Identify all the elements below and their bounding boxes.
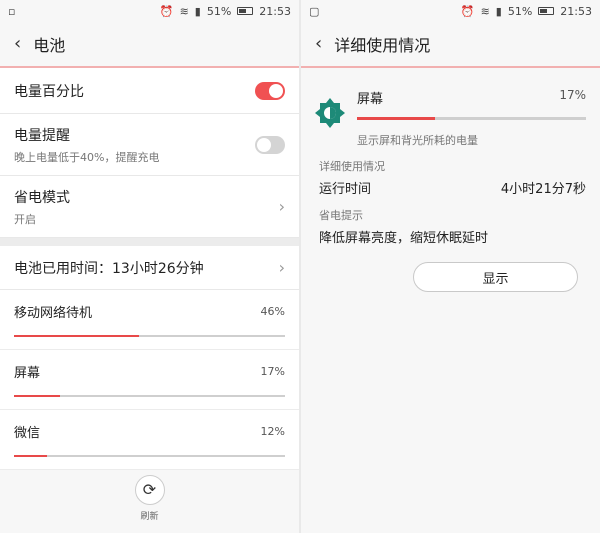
- back-icon[interactable]: ‹: [315, 35, 322, 53]
- app-usage-bar-fill: [14, 395, 61, 397]
- battery-percentage-label: 电量百分比: [14, 83, 84, 100]
- app-usage-percent: 46%: [260, 305, 285, 318]
- chevron-right-icon: ›: [278, 197, 285, 216]
- status-bar: ▢ ⏰ ≋ ▮ 51% 21:53: [301, 0, 600, 22]
- run-time-value: 4小时21分7秒: [500, 182, 586, 197]
- signal-icon: ▮: [194, 4, 201, 18]
- brightness-icon: [315, 98, 345, 128]
- wifi-icon: ≋: [480, 4, 490, 18]
- power-saving-label: 省电模式: [14, 189, 70, 206]
- refresh-icon: ⟳: [142, 480, 157, 499]
- screens: ▫ ⏰ ≋ ▮ 51% 21:53 ‹ 电池 电量百分比 电量提醒 晚上电量低于…: [0, 0, 600, 533]
- app-usage-row[interactable]: 移动网络待机 46%: [0, 290, 299, 350]
- app-usage-row[interactable]: 微信 12%: [0, 410, 299, 470]
- title-bar: ‹ 详细使用情况: [301, 22, 600, 68]
- app-usage-list: 移动网络待机 46% 屏幕 17% 微信 12%: [0, 290, 299, 470]
- screenshot-icon: ▢: [309, 4, 320, 18]
- power-saving-row[interactable]: 省电模式 开启 ›: [0, 176, 299, 238]
- app-name: 移动网络待机: [14, 306, 93, 321]
- app-name: 微信: [14, 426, 41, 441]
- run-time-label: 运行时间: [319, 182, 372, 197]
- app-usage-percent: 17%: [260, 365, 285, 378]
- battery-icon: [538, 7, 555, 15]
- app-name: 屏幕: [357, 92, 384, 107]
- back-icon[interactable]: ‹: [14, 35, 21, 53]
- battery-reminder-label: 电量提醒: [14, 127, 70, 144]
- app-name: 屏幕: [14, 366, 41, 381]
- power-saving-status: 开启: [14, 212, 36, 226]
- battery-icon: [237, 7, 254, 15]
- notification-icon: ▫: [8, 4, 16, 18]
- app-usage-bar: [14, 455, 285, 457]
- detail-section-label: 详细使用情况: [319, 160, 385, 173]
- battery-screen: ▫ ⏰ ≋ ▮ 51% 21:53 ‹ 电池 电量百分比 电量提醒 晚上电量低于…: [0, 0, 299, 533]
- usage-detail-screen: ▢ ⏰ ≋ ▮ 51% 21:53 ‹ 详细使用情况 屏幕 17% 显示屏和背光…: [301, 0, 600, 533]
- app-usage-percent: 12%: [260, 425, 285, 438]
- tip-section-label: 省电提示: [319, 209, 363, 222]
- usage-description: 显示屏和背光所耗的电量: [357, 134, 478, 147]
- app-usage-header: 屏幕 17%: [14, 362, 285, 381]
- power-saving-tip: 降低屏幕亮度，缩短休眠延时: [319, 231, 489, 246]
- usage-percent: 17%: [559, 88, 586, 102]
- title-bar: ‹ 电池: [0, 22, 299, 68]
- app-usage-bar-fill: [14, 335, 139, 337]
- app-usage-bar: [14, 395, 285, 397]
- divider: [0, 238, 299, 246]
- battery-usage-time: 电池已用时间：13小时26分钟: [14, 260, 204, 277]
- app-usage-header: 移动网络待机 46%: [14, 302, 285, 321]
- refresh-button[interactable]: ⟳: [134, 474, 165, 505]
- clock: 21:53: [259, 4, 291, 18]
- battery-percentage-toggle[interactable]: [255, 81, 285, 100]
- status-bar: ▫ ⏰ ≋ ▮ 51% 21:53: [0, 0, 299, 22]
- alarm-icon: ⏰: [159, 4, 174, 18]
- battery-reminder-desc: 晚上电量低于40%，提醒充电: [14, 150, 160, 164]
- app-usage-bar-fill: [14, 455, 47, 457]
- battery-usage-time-row[interactable]: 电池已用时间：13小时26分钟 ›: [0, 246, 299, 290]
- run-time-row: 运行时间 4小时21分7秒: [301, 174, 600, 197]
- app-usage-bar: [14, 335, 285, 337]
- chevron-right-icon: ›: [278, 258, 285, 277]
- battery-reminder-row[interactable]: 电量提醒 晚上电量低于40%，提醒充电: [0, 114, 299, 176]
- usage-bar-fill: [357, 117, 435, 120]
- page-title: 详细使用情况: [334, 36, 431, 55]
- app-usage-header: 微信 12%: [14, 422, 285, 441]
- battery-reminder-toggle[interactable]: [255, 135, 285, 154]
- battery-percent: 51%: [206, 4, 232, 18]
- screen-usage-header: 屏幕 17% 显示屏和背光所耗的电量: [301, 68, 600, 148]
- refresh-area: ⟳ 刷新: [0, 463, 299, 533]
- display-settings-button[interactable]: 显示: [413, 262, 578, 292]
- battery-percentage-row[interactable]: 电量百分比: [0, 68, 299, 114]
- alarm-icon: ⏰: [460, 4, 475, 18]
- app-usage-row[interactable]: 屏幕 17%: [0, 350, 299, 410]
- clock: 21:53: [560, 4, 592, 18]
- wifi-icon: ≋: [179, 4, 189, 18]
- battery-percent: 51%: [507, 4, 533, 18]
- refresh-label: 刷新: [140, 511, 159, 522]
- page-title: 电池: [33, 36, 66, 55]
- usage-bar: [357, 117, 586, 120]
- signal-icon: ▮: [495, 4, 502, 18]
